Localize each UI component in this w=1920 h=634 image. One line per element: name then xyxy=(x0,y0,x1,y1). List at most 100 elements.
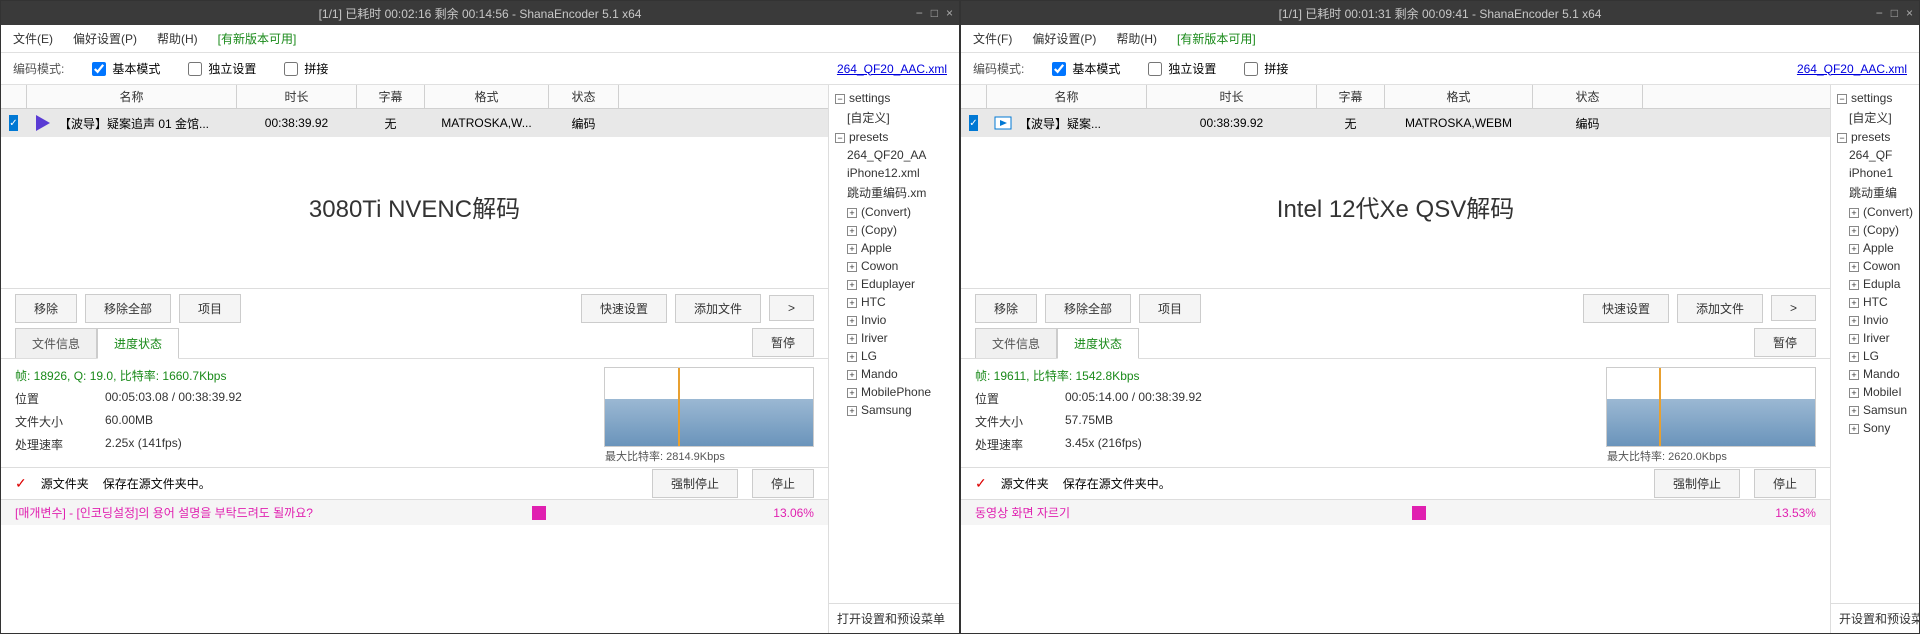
force-stop-button[interactable]: 强制停止 xyxy=(1654,469,1740,498)
removeall-button[interactable]: 移除全部 xyxy=(1045,294,1131,323)
tree-convert[interactable]: +(Convert) xyxy=(831,203,957,221)
pause-button[interactable]: 暂停 xyxy=(752,328,814,357)
mode-indep-checkbox[interactable] xyxy=(188,62,202,76)
col-status[interactable]: 状态 xyxy=(549,85,619,108)
mode-indep[interactable]: 独立设置 xyxy=(1148,60,1216,77)
menu-update[interactable]: [有新版本可用] xyxy=(218,30,297,47)
row-checkbox[interactable]: ✓ xyxy=(969,115,978,131)
tree-presets[interactable]: −presets xyxy=(831,128,957,146)
menu-preferences[interactable]: 偏好设置(P) xyxy=(73,30,137,47)
tree-eduplayer[interactable]: +Edupla xyxy=(1833,275,1917,293)
tab-fileinfo[interactable]: 文件信息 xyxy=(15,328,97,358)
maximize-icon[interactable]: □ xyxy=(931,6,938,20)
table-row[interactable]: ✓ 【波导】疑案... 00:38:39.92 无 MATROSKA,WEBM … xyxy=(961,109,1830,137)
tree-cowon[interactable]: +Cowon xyxy=(1833,257,1917,275)
force-stop-button[interactable]: 强制停止 xyxy=(652,469,738,498)
mode-concat[interactable]: 拼接 xyxy=(1244,60,1288,77)
quickset-button[interactable]: 快速设置 xyxy=(1583,294,1669,323)
tree-recode[interactable]: 跳动重编码.xm xyxy=(831,182,957,203)
mode-basic-checkbox[interactable] xyxy=(1052,62,1066,76)
tree-mobilephone[interactable]: +MobilePhone xyxy=(831,383,957,401)
tree-convert[interactable]: +(Convert) xyxy=(1833,203,1917,221)
minimize-icon[interactable]: − xyxy=(916,6,923,20)
quickset-button[interactable]: 快速设置 xyxy=(581,294,667,323)
col-name[interactable]: 名称 xyxy=(27,85,237,108)
addfile-arrow-button[interactable]: > xyxy=(769,295,814,321)
table-row[interactable]: ✓ 【波导】疑案追声 01 金馆... 00:38:39.92 无 MATROS… xyxy=(1,109,828,137)
tree-mobilephone[interactable]: +MobileI xyxy=(1833,383,1917,401)
tree-htc[interactable]: +HTC xyxy=(831,293,957,311)
tree-invio[interactable]: +Invio xyxy=(831,311,957,329)
addfile-arrow-button[interactable]: > xyxy=(1771,295,1816,321)
addfile-button[interactable]: 添加文件 xyxy=(1677,294,1763,323)
mode-basic[interactable]: 基本模式 xyxy=(1052,60,1120,77)
open-settings-button[interactable]: 打开设置和预设菜单 xyxy=(829,603,959,633)
col-subtitle[interactable]: 字幕 xyxy=(1317,85,1385,108)
project-button[interactable]: 项目 xyxy=(179,294,241,323)
tree-264[interactable]: 264_QF xyxy=(1833,146,1917,164)
col-status[interactable]: 状态 xyxy=(1533,85,1643,108)
tree-samsung[interactable]: +Samsun xyxy=(1833,401,1917,419)
removeall-button[interactable]: 移除全部 xyxy=(85,294,171,323)
maximize-icon[interactable]: □ xyxy=(1891,6,1898,20)
mode-concat-checkbox[interactable] xyxy=(284,62,298,76)
menu-file[interactable]: 文件(E) xyxy=(13,30,53,47)
preset-link[interactable]: 264_QF20_AAC.xml xyxy=(1797,62,1907,76)
col-duration[interactable]: 时长 xyxy=(1147,85,1317,108)
mode-indep-checkbox[interactable] xyxy=(1148,62,1162,76)
addfile-button[interactable]: 添加文件 xyxy=(675,294,761,323)
tree-iphone[interactable]: iPhone12.xml xyxy=(831,164,957,182)
tree-apple[interactable]: +Apple xyxy=(831,239,957,257)
tree-mando[interactable]: +Mando xyxy=(831,365,957,383)
tree-recode[interactable]: 跳动重编 xyxy=(1833,182,1917,203)
menu-update[interactable]: [有新版本可用] xyxy=(1177,30,1256,47)
tree-eduplayer[interactable]: +Eduplayer xyxy=(831,275,957,293)
menu-help[interactable]: 帮助(H) xyxy=(1116,30,1157,47)
tree-apple[interactable]: +Apple xyxy=(1833,239,1917,257)
tree-invio[interactable]: +Invio xyxy=(1833,311,1917,329)
tree-custom[interactable]: [自定义] xyxy=(1833,107,1917,128)
tab-progress[interactable]: 进度状态 xyxy=(1057,328,1139,359)
row-checkbox[interactable]: ✓ xyxy=(9,115,18,131)
tree-lg[interactable]: +LG xyxy=(831,347,957,365)
menu-file[interactable]: 文件(F) xyxy=(973,30,1012,47)
close-icon[interactable]: × xyxy=(946,6,953,20)
col-format[interactable]: 格式 xyxy=(425,85,549,108)
close-icon[interactable]: × xyxy=(1906,6,1913,20)
tree-iphone[interactable]: iPhone1 xyxy=(1833,164,1917,182)
col-format[interactable]: 格式 xyxy=(1385,85,1533,108)
tree-iriver[interactable]: +Iriver xyxy=(831,329,957,347)
src-folder-label[interactable]: 源文件夹 xyxy=(1001,475,1049,492)
tree-lg[interactable]: +LG xyxy=(1833,347,1917,365)
col-name[interactable]: 名称 xyxy=(987,85,1147,108)
minimize-icon[interactable]: − xyxy=(1876,6,1883,20)
tree-settings[interactable]: −settings xyxy=(831,89,957,107)
tree-iriver[interactable]: +Iriver xyxy=(1833,329,1917,347)
mode-concat-checkbox[interactable] xyxy=(1244,62,1258,76)
remove-button[interactable]: 移除 xyxy=(975,294,1037,323)
menu-preferences[interactable]: 偏好设置(P) xyxy=(1032,30,1096,47)
menu-help[interactable]: 帮助(H) xyxy=(157,30,198,47)
stop-button[interactable]: 停止 xyxy=(752,469,814,498)
project-button[interactable]: 项目 xyxy=(1139,294,1201,323)
tree-cowon[interactable]: +Cowon xyxy=(831,257,957,275)
tree-htc[interactable]: +HTC xyxy=(1833,293,1917,311)
col-duration[interactable]: 时长 xyxy=(237,85,357,108)
pause-button[interactable]: 暂停 xyxy=(1754,328,1816,357)
mode-indep[interactable]: 独立设置 xyxy=(188,60,256,77)
tree-custom[interactable]: [自定义] xyxy=(831,107,957,128)
tree-presets[interactable]: −presets xyxy=(1833,128,1917,146)
remove-button[interactable]: 移除 xyxy=(15,294,77,323)
tree-settings[interactable]: −settings xyxy=(1833,89,1917,107)
stop-button[interactable]: 停止 xyxy=(1754,469,1816,498)
tree-sony[interactable]: +Sony xyxy=(1833,419,1917,437)
tree-copy[interactable]: +(Copy) xyxy=(831,221,957,239)
open-settings-button[interactable]: 开设置和预设菜单 xyxy=(1831,603,1919,633)
tree-samsung[interactable]: +Samsung xyxy=(831,401,957,419)
src-folder-label[interactable]: 源文件夹 xyxy=(41,475,89,492)
tree-mando[interactable]: +Mando xyxy=(1833,365,1917,383)
preset-link[interactable]: 264_QF20_AAC.xml xyxy=(837,62,947,76)
tab-fileinfo[interactable]: 文件信息 xyxy=(975,328,1057,358)
tree-copy[interactable]: +(Copy) xyxy=(1833,221,1917,239)
col-subtitle[interactable]: 字幕 xyxy=(357,85,425,108)
